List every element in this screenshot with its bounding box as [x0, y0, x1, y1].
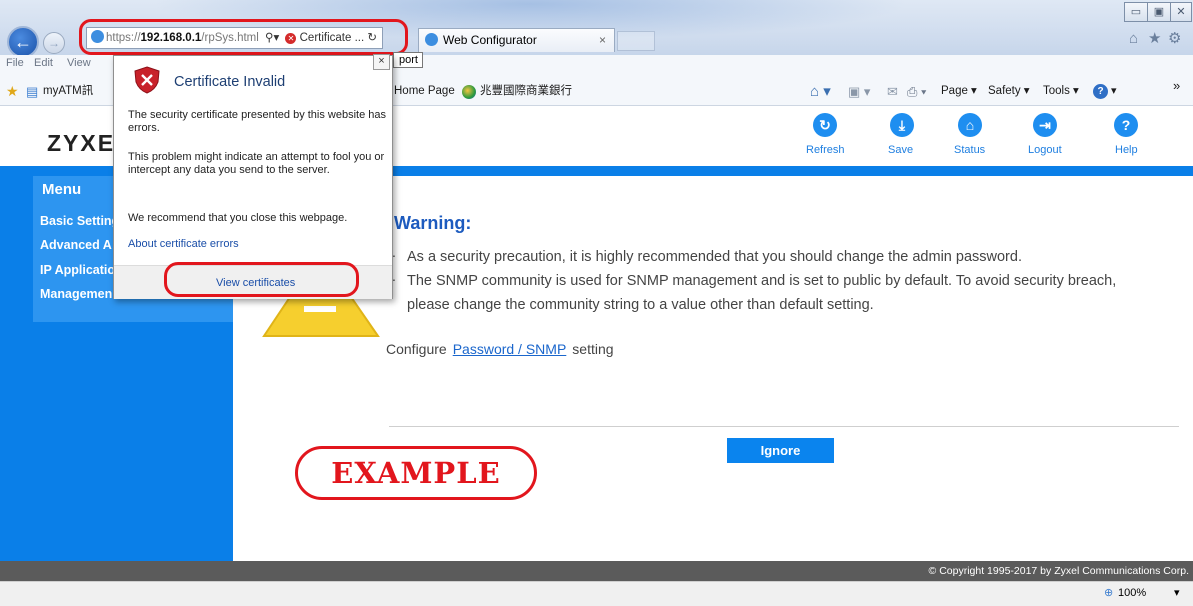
zoom-icon[interactable]: ⊕: [1104, 582, 1113, 605]
popup-title: Certificate Invalid: [174, 74, 286, 90]
warning-line-admin-password: As a security precaution, it is highly r…: [407, 249, 1022, 265]
tooltip: port: [393, 52, 423, 68]
menu-view[interactable]: View: [67, 56, 91, 70]
home-icon[interactable]: ⌂: [1129, 30, 1138, 47]
logout-button-label[interactable]: Logout: [1028, 144, 1062, 156]
maximize-button[interactable]: ▣: [1147, 2, 1171, 22]
print-icon[interactable]: ⎙ ▾: [907, 77, 926, 106]
example-badge: EXAMPLE: [295, 446, 537, 500]
zyxel-logo: ZYXE: [47, 130, 116, 156]
favorite-page-icon: ▤: [26, 84, 39, 99]
back-button[interactable]: ←: [7, 26, 39, 58]
tools-menu[interactable]: Tools ▾: [1043, 77, 1079, 106]
configure-line: Configure Password / SNMP setting: [386, 341, 614, 357]
copyright-footer: © Copyright 1995-2017 by Zyxel Communica…: [0, 561, 1193, 581]
refresh-icon[interactable]: ↻: [813, 113, 837, 137]
menu-file[interactable]: File: [6, 56, 24, 70]
help-command-icon[interactable]: ?: [1093, 84, 1108, 99]
close-window-button[interactable]: ✕: [1170, 2, 1192, 22]
status-icon[interactable]: ⌂: [958, 113, 982, 137]
help-icon[interactable]: ?: [1114, 113, 1138, 137]
menu-item-ip-application[interactable]: IP Applicatio: [40, 263, 115, 277]
mail-icon[interactable]: ✉: [887, 77, 898, 106]
status-bar: ⊕ 100% ▾: [0, 581, 1193, 606]
menu-edit[interactable]: Edit: [34, 56, 53, 70]
shield-error-icon: [134, 66, 160, 94]
favorite-bank-icon: [462, 85, 476, 99]
favorite-myatm[interactable]: myATM訊: [43, 77, 93, 106]
safety-menu-label: Safety: [988, 85, 1021, 97]
menu-item-basic-setting[interactable]: Basic Setting: [40, 214, 119, 228]
status-button-label[interactable]: Status: [954, 144, 985, 156]
tooltip-text: port: [399, 54, 418, 66]
popup-paragraph-3: We recommend that you close this webpage…: [128, 212, 348, 224]
content-divider: [389, 426, 1179, 427]
favorite-home-page[interactable]: Home Page: [394, 77, 455, 106]
new-tab-button[interactable]: [617, 31, 655, 51]
tab-close-icon[interactable]: ×: [599, 29, 606, 51]
feeds-icon[interactable]: ▣ ▾: [848, 77, 870, 106]
logout-icon[interactable]: ⇥: [1033, 113, 1057, 137]
menu-item-advanced[interactable]: Advanced A: [40, 238, 112, 252]
address-highlight: [79, 19, 408, 55]
zoom-dropdown-icon[interactable]: ▾: [1174, 582, 1180, 605]
ignore-button[interactable]: Ignore: [727, 438, 834, 463]
menu-title: Menu: [42, 181, 82, 198]
settings-gear-icon[interactable]: ⚙: [1168, 29, 1181, 47]
popup-paragraph-2: This problem might indicate an attempt t…: [128, 151, 385, 176]
toolbar-chevron-icon[interactable]: »: [1173, 71, 1180, 100]
copyright-text: © Copyright 1995-2017 by Zyxel Communica…: [928, 565, 1189, 577]
help-dropdown-icon[interactable]: ▾: [1111, 77, 1117, 106]
home-command-icon[interactable]: ⌂ ▾: [810, 77, 831, 106]
password-snmp-link[interactable]: Password / SNMP: [453, 341, 567, 357]
favorites-star-icon[interactable]: ★: [1148, 29, 1161, 47]
popup-paragraph-1: The security certificate presented by th…: [128, 109, 387, 134]
safety-menu[interactable]: Safety ▾: [988, 77, 1030, 106]
menu-item-management[interactable]: Managemen: [40, 287, 112, 301]
zoom-level[interactable]: 100%: [1118, 582, 1146, 605]
view-certificates-highlight: [164, 262, 359, 297]
warning-line-snmp-cont: please change the community string to a …: [407, 297, 874, 313]
save-icon[interactable]: ⤓: [890, 113, 914, 137]
tab-title: Web Configurator: [443, 33, 537, 47]
configure-prefix: Configure: [386, 341, 447, 357]
warning-line-snmp: The SNMP community is used for SNMP mana…: [407, 273, 1117, 289]
tab-web-configurator[interactable]: Web Configurator ×: [418, 28, 615, 52]
refresh-button-label[interactable]: Refresh: [806, 144, 845, 156]
about-certificate-errors-link[interactable]: About certificate errors: [128, 238, 239, 250]
favorite-bank[interactable]: 兆豐國際商業銀行: [480, 77, 572, 106]
page-menu-label: Page: [941, 85, 968, 97]
popup-close-icon[interactable]: ×: [373, 54, 390, 70]
tab-ie-icon: [425, 33, 438, 46]
minimize-button[interactable]: ▭: [1124, 2, 1148, 22]
forward-button[interactable]: →: [43, 32, 65, 54]
help-button-label[interactable]: Help: [1115, 144, 1138, 156]
tools-menu-label: Tools: [1043, 85, 1070, 97]
favorites-star-icon[interactable]: ★: [6, 77, 19, 106]
configure-suffix: setting: [572, 341, 614, 357]
page-menu[interactable]: Page ▾: [941, 77, 977, 106]
warning-title: Warning:: [394, 213, 472, 233]
save-button-label[interactable]: Save: [888, 144, 913, 156]
